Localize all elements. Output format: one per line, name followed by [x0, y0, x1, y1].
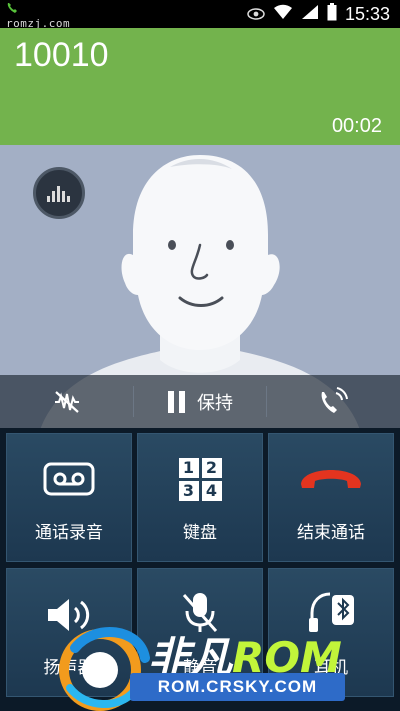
status-time: 15:33 — [344, 3, 390, 24]
sound-equalizer-button[interactable] — [33, 167, 85, 219]
record-call-label: 通话录音 — [35, 523, 103, 543]
keypad-button[interactable]: 1 2 3 4 键盘 — [137, 433, 263, 562]
call-duration: 00:02 — [331, 115, 382, 137]
signal-icon — [301, 4, 319, 24]
end-call-icon — [301, 470, 361, 488]
in-call-control-bar: 保持 — [0, 375, 400, 428]
noise-reduction-icon — [54, 390, 79, 413]
end-call-label: 结束通话 — [297, 523, 365, 543]
caller-number: 10010 — [14, 36, 109, 74]
eye-icon — [247, 5, 265, 24]
end-call-button[interactable]: 结束通话 — [268, 433, 394, 562]
hold-button[interactable]: 保持 — [134, 375, 266, 428]
keypad-icon: 1 2 3 4 — [178, 458, 222, 501]
keypad-key: 3 — [178, 481, 199, 501]
noise-reduction-button[interactable] — [0, 375, 133, 428]
hold-label: 保持 — [197, 392, 233, 414]
status-bar: romzj.com 15:33 — [0, 0, 400, 30]
watermark-logo: 非凡ROM ROM.CRSKY.COM — [55, 618, 345, 711]
volume-boost-icon — [321, 386, 348, 413]
record-icon — [43, 462, 95, 496]
record-call-button[interactable]: 通话录音 — [6, 433, 132, 562]
watermark-url: ROM.CRSKY.COM — [130, 673, 345, 701]
volume-boost-button[interactable] — [267, 375, 400, 428]
keypad-key: 2 — [201, 458, 222, 478]
call-header: 10010 00:02 — [0, 28, 400, 145]
keypad-key: 1 — [178, 458, 199, 478]
equalizer-icon — [47, 186, 70, 202]
pause-icon — [168, 390, 185, 413]
wifi-icon — [273, 4, 293, 24]
phone-icon — [6, 2, 70, 17]
battery-icon — [327, 3, 337, 25]
keypad-key: 4 — [201, 481, 222, 501]
keypad-label: 键盘 — [183, 523, 217, 543]
